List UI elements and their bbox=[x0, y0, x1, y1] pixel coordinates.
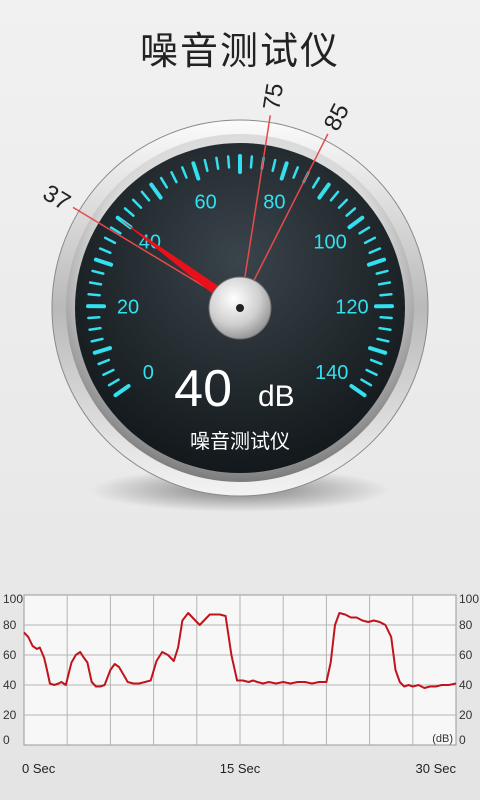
reading-unit: dB bbox=[258, 380, 295, 413]
y-tick-label: 60 bbox=[459, 648, 473, 662]
y-tick-label: 0 bbox=[459, 733, 466, 747]
y-tick-label: 60 bbox=[3, 648, 17, 662]
gauge-tick bbox=[87, 293, 101, 297]
gauge-scale-label: 120 bbox=[335, 297, 368, 319]
gauge-tick bbox=[379, 315, 393, 320]
gauge-hub-pin bbox=[236, 304, 244, 312]
gauge-tick bbox=[226, 155, 231, 169]
y-tick-label: 100 bbox=[459, 592, 479, 606]
app-title: 噪音测试仪 bbox=[139, 29, 340, 73]
gauge-marker-label: 75 bbox=[258, 81, 289, 112]
noise-history-chart: 0 20 40 60 80 100 0 20 40 60 80 100 0 Sec 15 Sec 30 … bbox=[3, 592, 479, 776]
y-tick-label: 20 bbox=[3, 708, 17, 722]
gauge-scale-label: 60 bbox=[195, 191, 217, 213]
gauge-scale-label: 80 bbox=[263, 191, 285, 213]
gauge-tick bbox=[378, 326, 392, 331]
gauge-caption: 噪音测试仪 bbox=[190, 429, 290, 453]
x-tick-label: 15 Sec bbox=[220, 761, 261, 776]
sound-meter-gauge: 020406080100120140 377585 40 dB 噪音测试仪 bbox=[38, 81, 429, 512]
y-tick-label: 40 bbox=[3, 678, 17, 692]
y-tick-label: 40 bbox=[459, 678, 473, 692]
y-tick-label: 100 bbox=[3, 592, 23, 606]
x-tick-label: 30 Sec bbox=[416, 761, 457, 776]
chart-unit-label: (dB) bbox=[432, 733, 453, 745]
chart-y-ticks-right: 0 20 40 60 80 100 bbox=[459, 592, 479, 747]
gauge-scale-label: 20 bbox=[117, 297, 139, 319]
gauge-marker-label: 37 bbox=[38, 180, 75, 217]
gauge-scale-label: 100 bbox=[313, 231, 346, 253]
gauge-scale-label: 140 bbox=[315, 362, 348, 384]
y-tick-label: 20 bbox=[459, 708, 473, 722]
gauge-tick bbox=[379, 293, 393, 297]
gauge-tick bbox=[88, 326, 102, 331]
reading-value: 40 bbox=[174, 360, 232, 418]
gauge-tick bbox=[215, 156, 220, 170]
gauge-marker-label: 85 bbox=[319, 99, 355, 135]
x-tick-label: 0 Sec bbox=[22, 761, 56, 776]
gauge-tick bbox=[249, 155, 254, 169]
chart-y-ticks-left: 0 20 40 60 80 100 bbox=[3, 592, 23, 747]
chart-x-ticks: 0 Sec 15 Sec 30 Sec bbox=[22, 761, 456, 776]
gauge-scale-label: 0 bbox=[143, 362, 154, 384]
y-tick-label: 0 bbox=[3, 733, 10, 747]
y-tick-label: 80 bbox=[459, 618, 473, 632]
y-tick-label: 80 bbox=[3, 618, 17, 632]
gauge-tick bbox=[87, 315, 101, 320]
